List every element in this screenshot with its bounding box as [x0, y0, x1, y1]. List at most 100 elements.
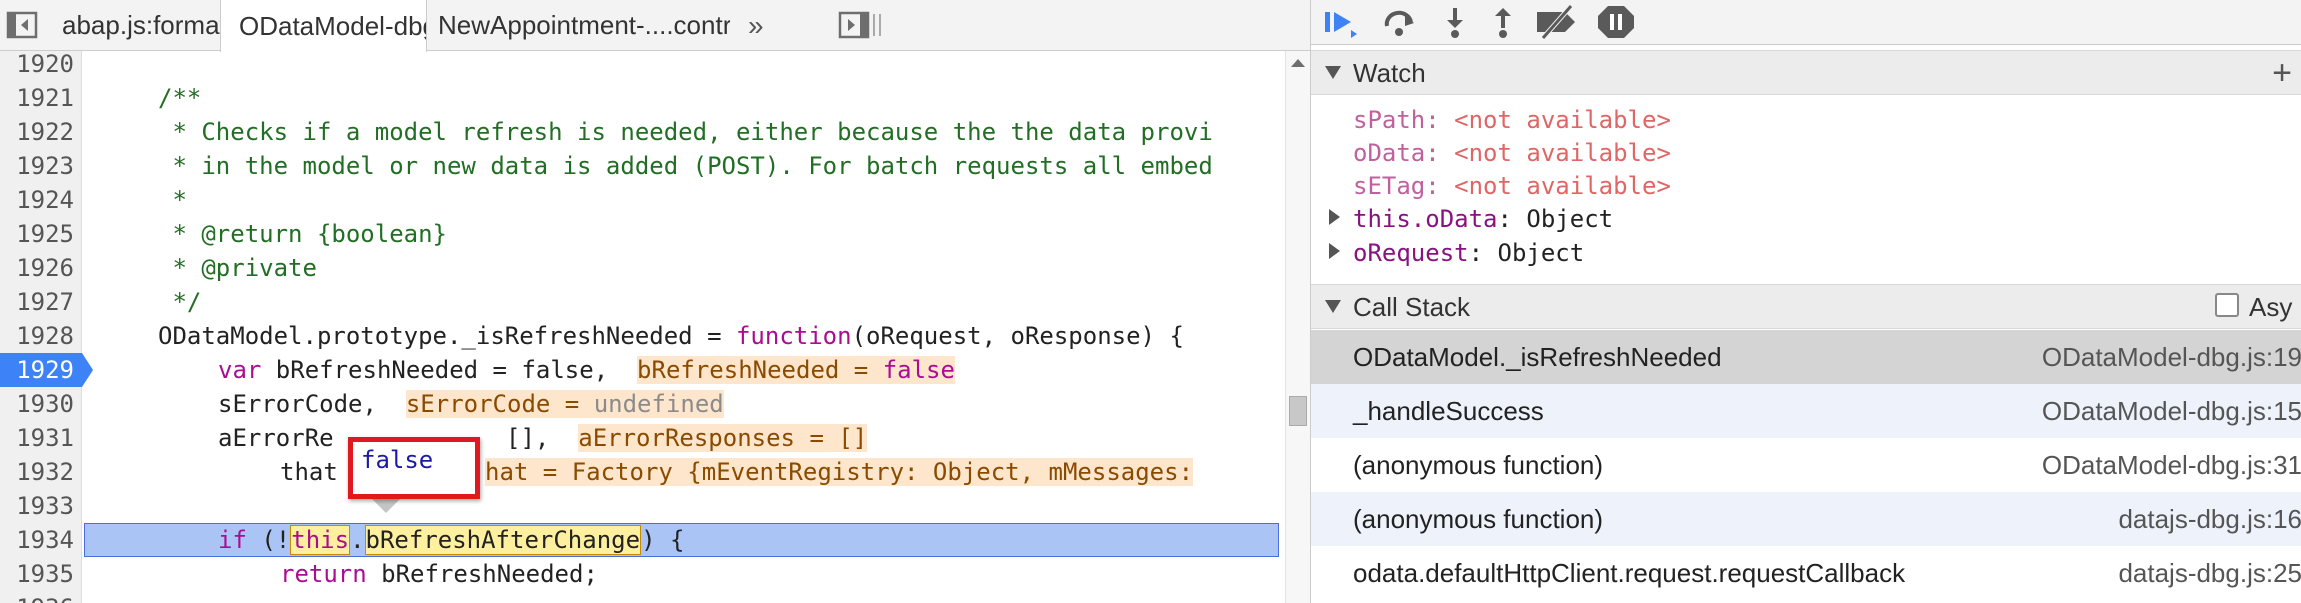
code-line: if (!this.bRefreshAfterChange) {	[218, 523, 684, 557]
code-line-tail: hat = Factory {mEventRegistry: Object, m…	[485, 455, 1194, 489]
line-number[interactable]: 1932	[0, 455, 82, 489]
deactivate-breakpoints-icon[interactable]	[1531, 4, 1583, 40]
line-number[interactable]: 1936	[0, 591, 82, 603]
collapse-icon[interactable]	[1325, 300, 1341, 313]
watch-item[interactable]: sETag: <not available>	[1353, 169, 1671, 203]
frame-location[interactable]: ODataModel-dbg.js:19	[2042, 330, 2301, 384]
debugger-toolbar	[1311, 0, 2301, 45]
line-number-gutter[interactable]: 1920 1921 1922 1923 1924 1925 1926 1927 …	[0, 51, 82, 603]
line-number[interactable]: 1921	[0, 81, 82, 115]
code-line: * in the model or new data is added (POS…	[158, 152, 1213, 180]
expand-icon[interactable]	[1329, 209, 1340, 225]
tab-label: ODataModel-dbg.js	[239, 11, 426, 41]
step-over-icon[interactable]	[1379, 4, 1419, 40]
frame-location[interactable]: datajs-dbg.js:16	[2118, 492, 2301, 546]
code-line: * @private	[158, 254, 317, 282]
tab-label: abap.js:formatted	[62, 10, 231, 40]
watch-item[interactable]: oData: <not available>	[1353, 136, 1671, 170]
code-token: aErrorRe	[218, 424, 334, 452]
line-number[interactable]: 1922	[0, 115, 82, 149]
code-token: .	[350, 526, 365, 554]
inline-value-name: bRefreshNeeded =	[637, 356, 883, 384]
frame-location[interactable]: ODataModel-dbg.js:31	[2042, 438, 2301, 492]
line-number[interactable]: 1920	[0, 51, 82, 81]
line-number[interactable]: 1931	[0, 421, 82, 455]
code-token: bRefreshNeeded;	[366, 560, 598, 588]
frame-location[interactable]: ODataModel-dbg.js:15	[2042, 384, 2301, 438]
watch-section-header[interactable]: Watch +	[1311, 50, 2301, 95]
callstack-frame[interactable]: odata.defaultHttpClient.request.requestC…	[1311, 546, 2301, 600]
step-out-icon[interactable]	[1483, 4, 1523, 40]
line-number[interactable]: 1927	[0, 285, 82, 319]
tab-newappointment-controller[interactable]: NewAppointment-....controller.js	[420, 0, 730, 51]
code-editor[interactable]: 1920 1921 1922 1923 1924 1925 1926 1927 …	[0, 51, 1285, 603]
line-number[interactable]: 1930	[0, 387, 82, 421]
line-number[interactable]: 1933	[0, 489, 82, 523]
tab-abap-js[interactable]: abap.js:formatted	[44, 0, 231, 51]
editor-tab-bar: abap.js:formatted ODataModel-dbg.js× New…	[0, 0, 1310, 52]
line-number[interactable]: 1924	[0, 183, 82, 217]
toggle-navigator-icon[interactable]	[6, 10, 40, 40]
frame-function: _handleSuccess	[1353, 396, 1544, 426]
tab-odatamodel-dbg[interactable]: ODataModel-dbg.js×	[220, 0, 427, 52]
callstack-frame[interactable]: _handleSuccess ODataModel-dbg.js:15	[1311, 384, 2301, 438]
async-checkbox[interactable]	[2215, 293, 2239, 317]
more-tabs-icon[interactable]: »	[748, 0, 764, 51]
code-line: */	[158, 288, 202, 316]
inline-value: bRefreshNeeded = false	[637, 356, 955, 384]
hovered-token[interactable]: this	[290, 525, 351, 555]
watch-name: this.oData	[1353, 205, 1498, 233]
collapse-icon[interactable]	[1325, 66, 1341, 79]
toggle-debugger-sidebar-icon[interactable]	[838, 10, 872, 40]
code-token: (!	[246, 526, 291, 554]
scroll-up-icon[interactable]	[1291, 59, 1305, 67]
code-token: var	[218, 356, 262, 384]
watch-value: Object	[1497, 239, 1585, 267]
debugger-sidebar: Watch + sPath: <not available> oData: <n…	[1310, 0, 2301, 603]
watch-item[interactable]: this.oData: Object	[1353, 202, 1613, 236]
line-number[interactable]: 1923	[0, 149, 82, 183]
watch-separator: :	[1497, 205, 1527, 233]
line-number[interactable]: 1934	[0, 523, 82, 557]
code-line: sErrorCode, sErrorCode = undefined	[218, 387, 724, 421]
frame-location[interactable]: datajs-dbg.js:25	[2118, 546, 2301, 600]
inline-value: hat = Factory {mEventRegistry: Object, m…	[485, 458, 1194, 486]
breakpoint-line-number[interactable]: 1929	[0, 353, 82, 387]
add-watch-icon[interactable]: +	[2272, 51, 2292, 95]
expand-icon[interactable]	[1329, 243, 1340, 259]
resume-icon[interactable]	[1321, 4, 1361, 40]
hovered-token[interactable]: bRefreshAfterChange	[364, 525, 642, 555]
tab-label: NewAppointment-....controller.js	[438, 10, 730, 40]
frame-function: ODataModel._isRefreshNeeded	[1353, 342, 1722, 372]
line-number[interactable]: 1928	[0, 319, 82, 353]
editor-scrollbar[interactable]	[1285, 51, 1310, 603]
callstack-section-header[interactable]: Call Stack Asy	[1311, 284, 2301, 329]
watch-title: Watch	[1353, 58, 1426, 88]
code-line: /**	[158, 84, 202, 112]
scrollbar-thumb[interactable]	[1289, 396, 1307, 426]
pause-on-exceptions-icon[interactable]	[1596, 4, 1636, 40]
watch-name: oData	[1353, 139, 1426, 167]
callstack-title: Call Stack	[1353, 292, 1471, 322]
step-into-icon[interactable]	[1435, 4, 1475, 40]
frame-function: (anonymous function)	[1353, 504, 1604, 534]
line-number[interactable]: 1926	[0, 251, 82, 285]
watch-separator: :	[1425, 106, 1455, 134]
line-number[interactable]: 1935	[0, 557, 82, 591]
watch-item[interactable]: oRequest: Object	[1353, 236, 1584, 270]
watch-separator: :	[1425, 139, 1455, 167]
inline-value: sErrorCode = undefined	[405, 390, 724, 418]
callstack-frame[interactable]: (anonymous function) datajs-dbg.js:16	[1311, 492, 2301, 546]
code-token: that	[280, 458, 338, 486]
drag-handle-icon[interactable]	[870, 10, 886, 40]
sources-panel: abap.js:formatted ODataModel-dbg.js× New…	[0, 0, 1310, 603]
line-number[interactable]: 1925	[0, 217, 82, 251]
value-popover: false	[348, 437, 480, 499]
code-token: function	[735, 322, 852, 350]
breakpoint-marker-icon[interactable]	[82, 353, 93, 387]
callstack-frame[interactable]: ODataModel._isRefreshNeeded ODataModel-d…	[1311, 330, 2301, 384]
watch-item[interactable]: sPath: <not available>	[1353, 103, 1671, 137]
code-line: that	[280, 455, 338, 489]
inline-value: aErrorResponses = []	[578, 424, 868, 452]
callstack-frame[interactable]: (anonymous function) ODataModel-dbg.js:3…	[1311, 438, 2301, 492]
